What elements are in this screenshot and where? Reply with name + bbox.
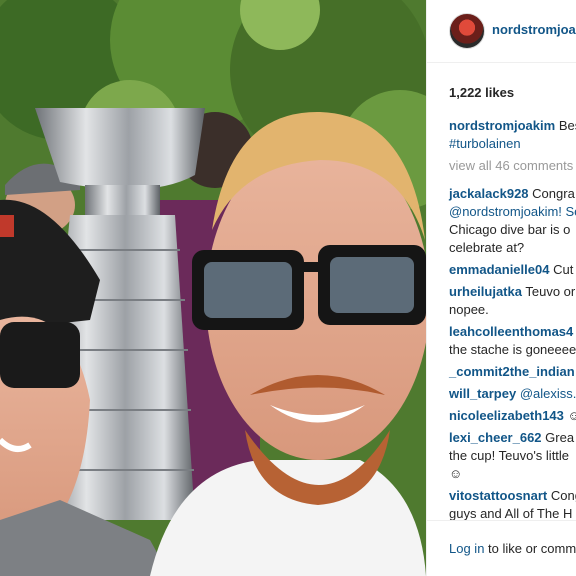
comment-text: Cut: [553, 262, 574, 277]
login-link[interactable]: Log in: [449, 541, 484, 556]
comment-username[interactable]: urheilujatka: [449, 284, 522, 299]
post-photo[interactable]: [0, 0, 426, 576]
comment-text: celebrate at?: [449, 240, 525, 255]
caption: nordstromjoakim Bes #turbolainen: [449, 117, 576, 153]
instagram-post: nordstromjoakim 1,222 likes nordstromjoa…: [0, 0, 576, 576]
login-prompt: Log in to like or comm: [449, 541, 576, 556]
comments-list: nordstromjoakim Bes #turbolainen view al…: [449, 117, 576, 527]
comment-text: nopee.: [449, 302, 489, 317]
comment-text: Congra: [532, 186, 575, 201]
comment-text: @alexiss.: [519, 386, 576, 401]
comment-username[interactable]: nicoleelizabeth143: [449, 408, 564, 423]
comment-item: will_tarpey @alexiss.: [449, 385, 576, 403]
post-sidebar: nordstromjoakim 1,222 likes nordstromjoa…: [426, 0, 576, 576]
comment-username[interactable]: _commit2the_indian: [449, 364, 575, 379]
comment-item: nicoleelizabeth143 ☺: [449, 407, 576, 425]
comment-item: jackalack928 Congra @nordstromjoakim! Se C…: [449, 185, 576, 257]
comment-text: guys and All of The H: [449, 506, 573, 521]
comment-username[interactable]: will_tarpey: [449, 386, 516, 401]
likes-count[interactable]: 1,222 likes: [449, 85, 514, 100]
comment-text: the stache is goneeee: [449, 342, 576, 357]
comment-item: leahcolleenthomas4 the stache is goneeee: [449, 323, 576, 359]
header-username[interactable]: nordstromjoakim: [492, 22, 576, 37]
comment-username[interactable]: jackalack928: [449, 186, 529, 201]
comment-text: ☺: [449, 466, 463, 481]
comment-text: ☺: [568, 408, 576, 423]
comment-item: lexi_cheer_662 Grea the cup! Teuvo's litt…: [449, 429, 576, 483]
avatar[interactable]: [449, 13, 485, 49]
comment-username[interactable]: vitostattoosnart: [449, 488, 547, 503]
comment-text: Grea: [545, 430, 575, 445]
comment-text: Teuvo or: [525, 284, 576, 299]
comment-username[interactable]: lexi_cheer_662: [449, 430, 542, 445]
comment-text: Cong: [550, 488, 576, 503]
login-prompt-rest: to like or comm: [484, 541, 576, 556]
post-header: nordstromjoakim: [427, 0, 576, 63]
comment-username[interactable]: leahcolleenthomas4: [449, 324, 573, 339]
comment-text: the cup! Teuvo's little: [449, 448, 570, 463]
comment-item: emmadanielle04 Cut: [449, 261, 576, 279]
comment-username[interactable]: emmadanielle04: [449, 262, 549, 277]
comment-item: vitostattoosnart Cong guys and All of The…: [449, 487, 576, 523]
comment-item: _commit2the_indian: [449, 363, 576, 381]
comment-item: urheilujatka Teuvo or nopee.: [449, 283, 576, 319]
caption-hashtag[interactable]: #turbolainen: [449, 136, 521, 151]
caption-username[interactable]: nordstromjoakim: [449, 118, 555, 133]
comment-text: @nordstromjoakim! Se: [449, 204, 576, 219]
caption-text: Bes: [558, 118, 576, 133]
comment-text: Chicago dive bar is o: [449, 222, 571, 237]
post-footer: Log in to like or comm: [427, 520, 576, 576]
selfie-image: [0, 0, 426, 576]
view-all-comments-link[interactable]: view all 46 comments: [449, 157, 576, 175]
